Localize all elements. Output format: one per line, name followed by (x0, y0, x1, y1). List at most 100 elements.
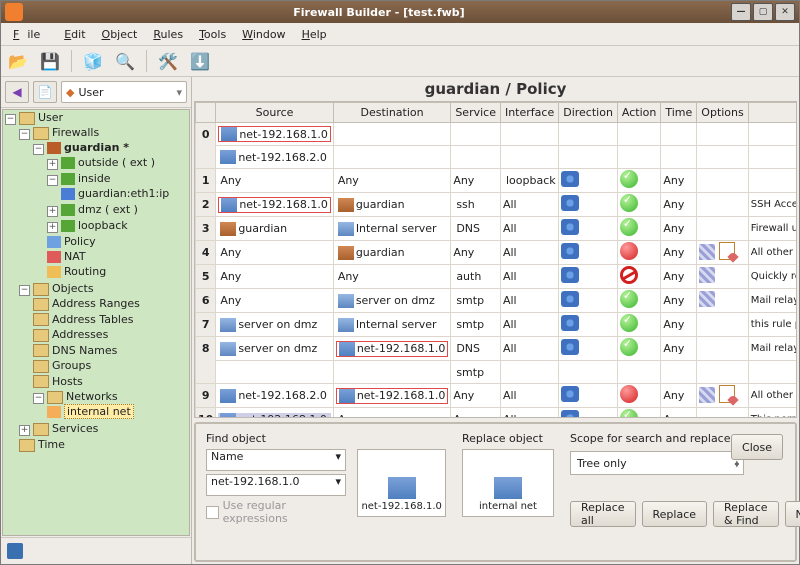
tree-user[interactable]: User (38, 111, 63, 124)
cell-options[interactable] (697, 408, 748, 419)
cell-source[interactable]: Any (216, 169, 334, 193)
cell-interface[interactable]: All (500, 265, 558, 289)
cell-direction[interactable] (559, 193, 618, 217)
col-destination[interactable]: Destination (333, 103, 451, 123)
cell-service[interactable]: DNS (451, 337, 501, 361)
cell-service[interactable]: smtp (451, 289, 501, 313)
cell-source[interactable]: server on dmz (216, 313, 334, 337)
cell-source[interactable]: net-192.168.1.0 (216, 408, 334, 419)
tree-routing[interactable]: Routing (64, 265, 106, 278)
tree-toggle[interactable]: − (19, 129, 30, 140)
rule-row[interactable]: 0net-192.168.1.0 (196, 123, 798, 146)
tree-objects[interactable]: Objects (52, 282, 94, 295)
tree-internal-net[interactable]: internal net (64, 404, 134, 419)
cell-time[interactable]: Any (661, 265, 697, 289)
cell-time[interactable]: Any (661, 384, 697, 408)
tree-groups[interactable]: Groups (52, 359, 91, 372)
find-value-combo[interactable]: net-192.168.1.0▾ (206, 474, 346, 496)
menu-rules[interactable]: Rules (145, 26, 191, 43)
cell-destination[interactable]: guardian (333, 241, 451, 265)
cell-time[interactable]: Any (661, 193, 697, 217)
tree-policy[interactable]: Policy (64, 235, 96, 248)
cell-comment[interactable]: All other attempts to (748, 241, 797, 265)
rule-row-sub[interactable]: smtp (196, 361, 798, 384)
compile-icon[interactable]: 🛠️ (157, 50, 179, 72)
col-service[interactable]: Service (451, 103, 501, 123)
replace-all-button[interactable]: Replace all (570, 501, 636, 527)
cell-comment[interactable]: All other access from (748, 384, 797, 408)
save-icon[interactable]: 💾 (39, 50, 61, 72)
find-object-well[interactable]: net-192.168.1.0 (357, 449, 446, 517)
cell-destination[interactable]: Any (333, 408, 451, 419)
cell-comment[interactable]: This permits access (748, 408, 797, 419)
col-options[interactable]: Options (697, 103, 748, 123)
cell-destination[interactable]: server on dmz (333, 289, 451, 313)
cell-interface[interactable]: All (500, 384, 558, 408)
cell-action[interactable] (617, 265, 660, 289)
cell-action[interactable] (617, 289, 660, 313)
find-icon[interactable]: 🔍 (114, 50, 136, 72)
next-button[interactable]: Next (785, 501, 800, 527)
cell-destination[interactable]: Any (333, 265, 451, 289)
cell-source[interactable]: Any (216, 265, 334, 289)
cell-time[interactable] (661, 123, 697, 146)
cell-options[interactable] (697, 289, 748, 313)
cell-action[interactable] (617, 241, 660, 265)
cell-options[interactable] (697, 193, 748, 217)
menu-window[interactable]: Window (234, 26, 293, 43)
tree-toggle[interactable]: − (5, 114, 16, 125)
cell-direction[interactable] (559, 241, 618, 265)
open-icon[interactable]: 📂 (7, 50, 29, 72)
cell-destination[interactable] (333, 123, 451, 146)
rule-row[interactable]: 8server on dmznet-192.168.1.0DNSAllAnyMa… (196, 337, 798, 361)
rule-row[interactable]: 1AnyAnyAnyloopbackAny (196, 169, 798, 193)
cell-action[interactable] (617, 217, 660, 241)
menu-object[interactable]: Object (94, 26, 146, 43)
cell-destination[interactable]: net-192.168.1.0 (333, 384, 451, 408)
cell-action[interactable] (617, 193, 660, 217)
cell-direction[interactable] (559, 217, 618, 241)
cell-time[interactable]: Any (661, 337, 697, 361)
cell-action[interactable] (617, 169, 660, 193)
cell-comment[interactable]: Mail relay on DMZ c (748, 289, 797, 313)
object-tree[interactable]: −User −Firewalls −guardian * +outside ( … (2, 109, 190, 536)
col-time[interactable]: Time (661, 103, 697, 123)
tree-toggle[interactable]: − (47, 175, 58, 186)
cell-direction[interactable] (559, 169, 618, 193)
cell-source[interactable]: Any (216, 241, 334, 265)
tree-toggle[interactable]: − (19, 285, 30, 296)
rule-row[interactable]: 6Anyserver on dmzsmtpAllAnyMail relay on… (196, 289, 798, 313)
cell-time[interactable]: Any (661, 217, 697, 241)
library-combo[interactable]: ◆ User (61, 81, 187, 103)
tree-toggle[interactable]: + (47, 222, 58, 233)
cell-service[interactable]: DNS (451, 217, 501, 241)
tree-guardian[interactable]: guardian * (64, 141, 129, 154)
replace-object-well[interactable]: internal net (462, 449, 554, 517)
tree-loopback[interactable]: loopback (78, 219, 128, 232)
menu-help[interactable]: Help (294, 26, 335, 43)
cell-comment[interactable] (748, 169, 797, 193)
close-window-button[interactable]: ✕ (775, 3, 795, 21)
maximize-button[interactable]: ▢ (753, 3, 773, 21)
cell-interface[interactable]: All (500, 337, 558, 361)
tree-outside[interactable]: outside ( ext ) (78, 156, 155, 169)
cell-time[interactable]: Any (661, 313, 697, 337)
back-button[interactable]: ◀ (5, 81, 29, 103)
scope-select[interactable]: Tree only (570, 451, 744, 475)
tree-nat[interactable]: NAT (64, 250, 86, 263)
cell-options[interactable] (697, 123, 748, 146)
rule-row[interactable]: 10net-192.168.1.0AnyAnyAllAnyThis permit… (196, 408, 798, 419)
cell-destination[interactable]: Any (333, 169, 451, 193)
tree-toggle[interactable]: − (33, 144, 44, 155)
cell-source[interactable]: net-192.168.2.0 (216, 384, 334, 408)
cell-time[interactable]: Any (661, 289, 697, 313)
cell-service[interactable]: Any (451, 241, 501, 265)
cell-direction[interactable] (559, 337, 618, 361)
cell-interface[interactable] (500, 123, 558, 146)
rule-row-sub[interactable]: net-192.168.2.0 (196, 146, 798, 169)
cell-time[interactable]: Any (661, 408, 697, 419)
cell-options[interactable] (697, 265, 748, 289)
cell-source[interactable]: net-192.168.1.0 (216, 123, 334, 146)
rule-row[interactable]: 7server on dmzInternal serversmtpAllAnyt… (196, 313, 798, 337)
cell-service[interactable] (451, 123, 501, 146)
